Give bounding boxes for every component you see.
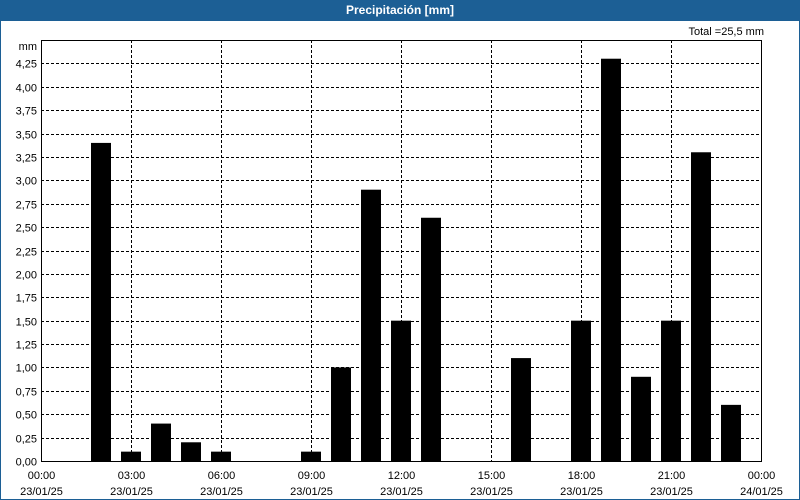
y-tick-label: 3,25 bbox=[16, 153, 37, 165]
y-tick-label: 2,25 bbox=[16, 247, 37, 259]
x-tick-time: 15:00 bbox=[478, 470, 506, 482]
x-tick-time: 06:00 bbox=[208, 470, 236, 482]
precip-bar bbox=[511, 358, 531, 461]
y-tick-label: 4,25 bbox=[16, 59, 37, 71]
precip-bar bbox=[331, 367, 351, 461]
x-tick-time: 12:00 bbox=[388, 470, 416, 482]
precip-bar bbox=[151, 423, 171, 461]
y-tick-label: 4,00 bbox=[16, 83, 37, 95]
y-tick-label: 0,50 bbox=[16, 410, 37, 422]
x-tick-date: 23/01/25 bbox=[290, 486, 333, 498]
x-tick-date: 23/01/25 bbox=[380, 486, 423, 498]
bars-group bbox=[91, 58, 741, 461]
y-axis: 0,00 0,25 0,50 0,75 1,00 1,25 1,50 1,75 2,00 2,25… bbox=[16, 41, 37, 469]
x-axis: 00:00 23/01/25 03:00 23/01/25 06:00 23/01/25 0… bbox=[20, 470, 783, 498]
y-tick-label: 3,75 bbox=[16, 106, 37, 118]
x-tick-date: 23/01/25 bbox=[560, 486, 603, 498]
precip-bar bbox=[301, 451, 321, 461]
y-tick-label: 0,25 bbox=[16, 434, 37, 446]
precip-bar bbox=[721, 404, 741, 461]
precip-bar bbox=[361, 189, 381, 461]
precip-bar bbox=[571, 320, 591, 461]
precip-bar bbox=[421, 217, 441, 461]
y-tick-label: 0,75 bbox=[16, 387, 37, 399]
x-tick-time: 21:00 bbox=[658, 470, 686, 482]
y-tick-label: 1,50 bbox=[16, 317, 37, 329]
precip-bar bbox=[691, 152, 711, 461]
precip-bar bbox=[181, 442, 201, 461]
x-tick-time: 09:00 bbox=[298, 470, 326, 482]
x-tick-date: 23/01/25 bbox=[650, 486, 693, 498]
y-tick-label: 1,00 bbox=[16, 363, 37, 375]
y-axis-label: mm bbox=[19, 41, 37, 53]
x-tick-time: 18:00 bbox=[568, 470, 596, 482]
x-tick-time: 03:00 bbox=[118, 470, 146, 482]
y-tick-label: 2,50 bbox=[16, 223, 37, 235]
y-tick-label: 2,75 bbox=[16, 200, 37, 212]
precip-bar bbox=[91, 142, 111, 461]
precip-bar bbox=[391, 320, 411, 461]
y-tick-label: 3,00 bbox=[16, 176, 37, 188]
precip-bar bbox=[121, 451, 141, 461]
y-tick-label: 0,00 bbox=[16, 457, 37, 469]
precip-bar bbox=[601, 58, 621, 461]
precip-bar bbox=[211, 451, 231, 461]
y-tick-label: 2,00 bbox=[16, 270, 37, 282]
precip-bar bbox=[661, 320, 681, 461]
x-tick-time: 00:00 bbox=[28, 470, 56, 482]
x-tick-date: 23/01/25 bbox=[200, 486, 243, 498]
x-tick-date: 24/01/25 bbox=[740, 486, 783, 498]
x-tick-date: 23/01/25 bbox=[470, 486, 513, 498]
x-tick-time: 00:00 bbox=[748, 470, 776, 482]
precipitation-chart: 0,00 0,25 0,50 0,75 1,00 1,25 1,50 1,75 2,00 2,25… bbox=[16, 40, 783, 498]
y-tick-label: 1,25 bbox=[16, 340, 37, 352]
x-tick-date: 23/01/25 bbox=[110, 486, 153, 498]
precip-bar bbox=[631, 376, 651, 461]
y-tick-label: 3,50 bbox=[16, 130, 37, 142]
y-tick-label: 1,75 bbox=[16, 293, 37, 305]
x-tick-date: 23/01/25 bbox=[20, 486, 63, 498]
